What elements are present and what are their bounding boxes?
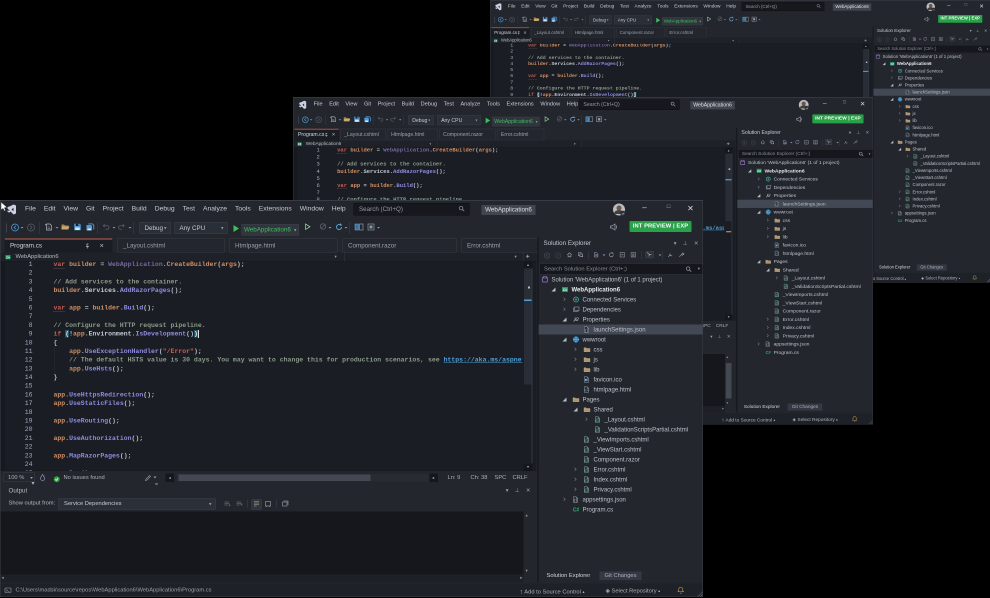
svg-text:@: @ — [784, 285, 788, 289]
svg-text:C#: C# — [573, 508, 580, 514]
svg-text:<>: <> — [775, 252, 779, 256]
svg-text:@: @ — [584, 478, 588, 483]
svg-text:{}: {} — [898, 213, 901, 216]
svg-text:C#: C# — [563, 288, 568, 292]
svg-text:C#: C# — [757, 169, 761, 173]
svg-text:@: @ — [906, 198, 909, 202]
svg-text:{}: {} — [906, 92, 909, 95]
svg-text:@: @ — [584, 488, 588, 493]
svg-text:@: @ — [595, 428, 599, 433]
svg-text:@: @ — [584, 438, 588, 443]
svg-text:{}: {} — [775, 202, 779, 206]
svg-text:@: @ — [775, 310, 779, 314]
svg-text:@: @ — [906, 169, 909, 173]
svg-text:@: @ — [595, 418, 599, 423]
svg-text:<>: <> — [906, 133, 910, 137]
svg-text:@: @ — [775, 293, 779, 297]
svg-text:@: @ — [914, 155, 917, 159]
svg-text:{}: {} — [766, 343, 770, 347]
svg-text:<>: <> — [584, 389, 589, 393]
svg-text:@: @ — [914, 162, 917, 166]
svg-text:C#: C# — [898, 219, 903, 223]
svg-text:@: @ — [584, 458, 588, 463]
svg-text:@: @ — [906, 183, 909, 187]
svg-text:@: @ — [775, 326, 779, 330]
svg-text:@: @ — [784, 277, 788, 281]
svg-text:@: @ — [775, 318, 779, 322]
svg-text:C#: C# — [766, 350, 772, 355]
svg-text:{}: {} — [573, 499, 577, 504]
svg-text:@: @ — [906, 205, 909, 209]
svg-text:@: @ — [584, 468, 588, 473]
svg-text:@: @ — [775, 335, 779, 339]
svg-text:@: @ — [775, 302, 779, 306]
svg-text:@: @ — [906, 191, 909, 195]
svg-text:@: @ — [906, 176, 909, 180]
svg-text:@: @ — [584, 448, 588, 453]
svg-text:C#: C# — [6, 255, 10, 259]
svg-text:{}: {} — [584, 329, 588, 334]
